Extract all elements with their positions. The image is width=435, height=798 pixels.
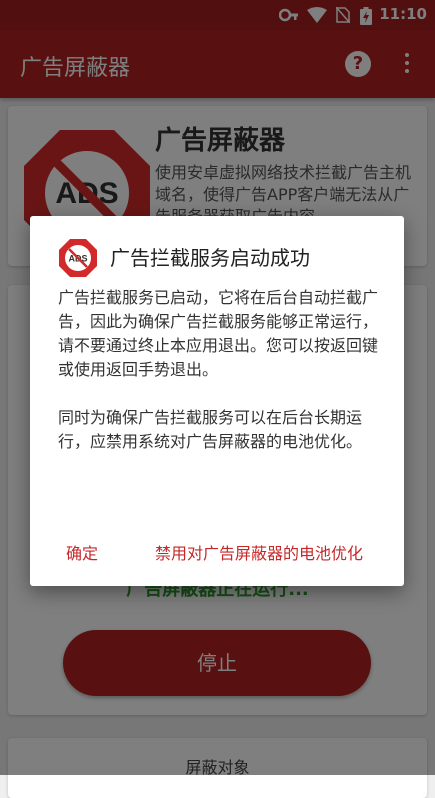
service-started-dialog: ADS 广告拦截服务启动成功 广告拦截服务已启动，它将在后台自动拦截广告，因此为… (30, 216, 404, 586)
dialog-paragraph-1: 广告拦截服务已启动，它将在后台自动拦截广告，因此为确保广告拦截服务能够正常运行，… (58, 288, 379, 379)
dialog-paragraph-2: 同时为确保广告拦截服务可以在后台长期运行，应禁用系统对广告屏蔽器的电池优化。 (58, 408, 363, 451)
ads-blocked-logo-icon: ADS (59, 239, 97, 277)
dialog-message: 广告拦截服务已启动，它将在后台自动拦截广告，因此为确保广告拦截服务能够正常运行，… (58, 286, 380, 478)
ok-button[interactable]: 确定 (66, 540, 98, 564)
disable-battery-optimization-button[interactable]: 禁用对广告屏蔽器的电池优化 (155, 540, 363, 564)
dialog-title: 广告拦截服务启动成功 (110, 246, 310, 270)
